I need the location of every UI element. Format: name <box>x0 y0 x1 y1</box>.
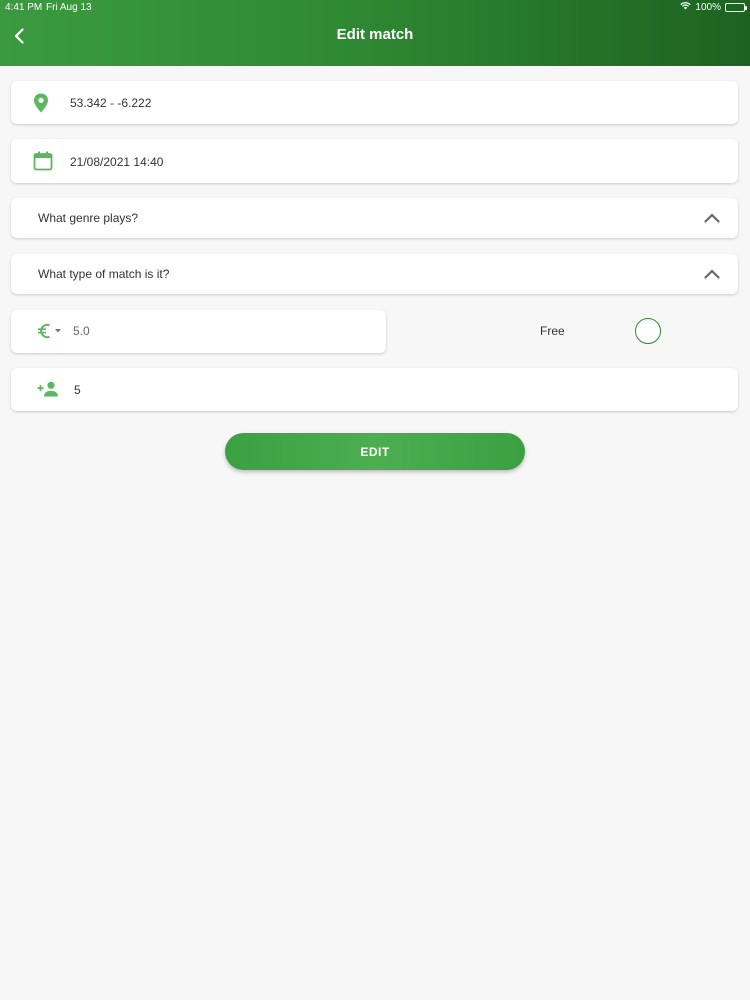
price-input[interactable]: 5.0 <box>73 324 90 338</box>
match-type-label: What type of match is it? <box>38 267 170 281</box>
status-time: 4:41 PM <box>5 2 43 13</box>
status-bar: 4:41 PM Fri Aug 13 100% <box>0 0 750 16</box>
genre-label: What genre plays? <box>38 211 139 225</box>
add-person-icon <box>37 381 59 397</box>
battery-icon <box>725 3 747 12</box>
genre-dropdown[interactable]: What genre plays? <box>11 198 738 238</box>
free-label: Free <box>540 324 565 338</box>
status-indicators: 100% <box>680 2 747 13</box>
match-type-dropdown[interactable]: What type of match is it? <box>11 254 738 294</box>
page-title: Edit match <box>336 26 414 43</box>
battery-percent: 100% <box>695 2 721 13</box>
currency-selector[interactable] <box>37 322 62 340</box>
price-field[interactable]: 5.0 <box>11 310 386 353</box>
location-value: 53.342 - -6.222 <box>70 96 152 110</box>
players-input[interactable]: 5 <box>74 383 81 397</box>
location-field[interactable]: 53.342 - -6.222 <box>11 81 738 124</box>
location-pin-icon <box>33 93 49 113</box>
wifi-icon <box>680 2 692 13</box>
chevron-up-icon <box>704 213 720 223</box>
caret-down-icon <box>55 329 61 333</box>
chevron-up-icon <box>704 269 720 279</box>
euro-icon <box>38 323 50 339</box>
players-field[interactable]: 5 <box>11 368 738 411</box>
calendar-icon <box>33 151 53 171</box>
edit-button[interactable]: EDIT <box>225 433 525 470</box>
app-header: 4:41 PM Fri Aug 13 100% Edit match <box>0 0 750 66</box>
datetime-field[interactable]: 21/08/2021 14:40 <box>11 139 738 183</box>
free-radio[interactable] <box>635 318 661 344</box>
datetime-value: 21/08/2021 14:40 <box>70 155 164 169</box>
status-date: Fri Aug 13 <box>46 2 92 13</box>
